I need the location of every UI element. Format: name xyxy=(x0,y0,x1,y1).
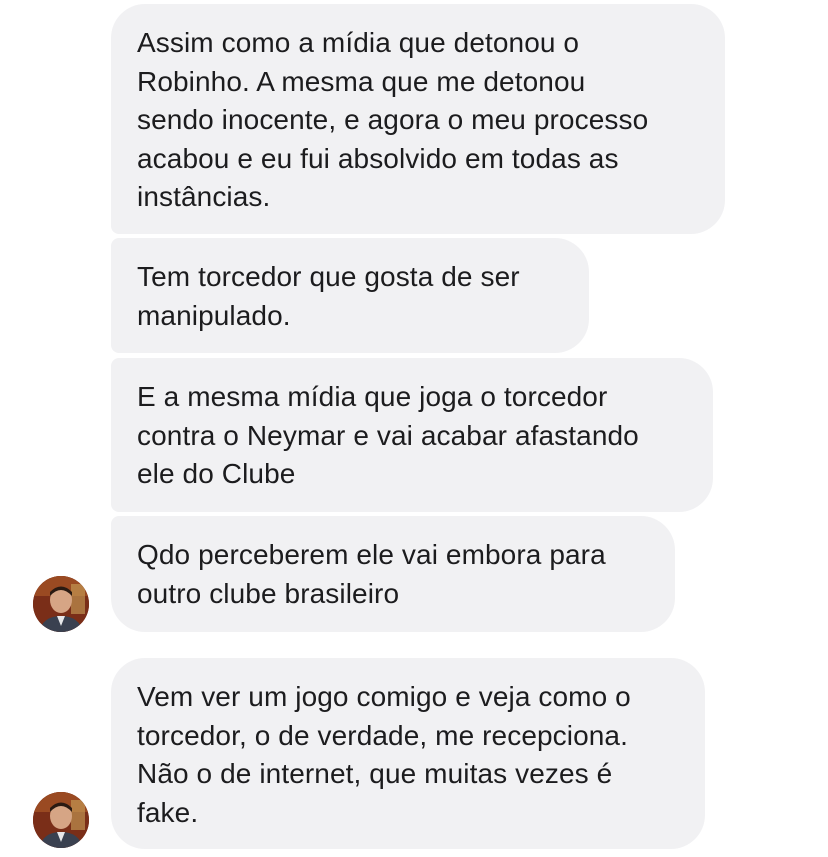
message-bubble[interactable]: Qdo perceberem ele vai embora para outro… xyxy=(111,516,675,632)
message-bubble[interactable]: E a mesma mídia que joga o torcedor cont… xyxy=(111,358,713,512)
message-bubble[interactable]: Vem ver um jogo comigo e veja como o tor… xyxy=(111,658,705,849)
sender-avatar-icon[interactable] xyxy=(33,576,89,632)
sender-avatar-icon[interactable] xyxy=(33,792,89,848)
message-bubble[interactable]: Assim como a mídia que detonou o Robinho… xyxy=(111,4,725,234)
avatar-photo-icon xyxy=(33,576,89,632)
avatar-photo-icon xyxy=(33,792,89,848)
message-thread: Assim como a mídia que detonou o Robinho… xyxy=(0,0,828,857)
message-bubble[interactable]: Tem torcedor que gosta de ser manipulado… xyxy=(111,238,589,353)
